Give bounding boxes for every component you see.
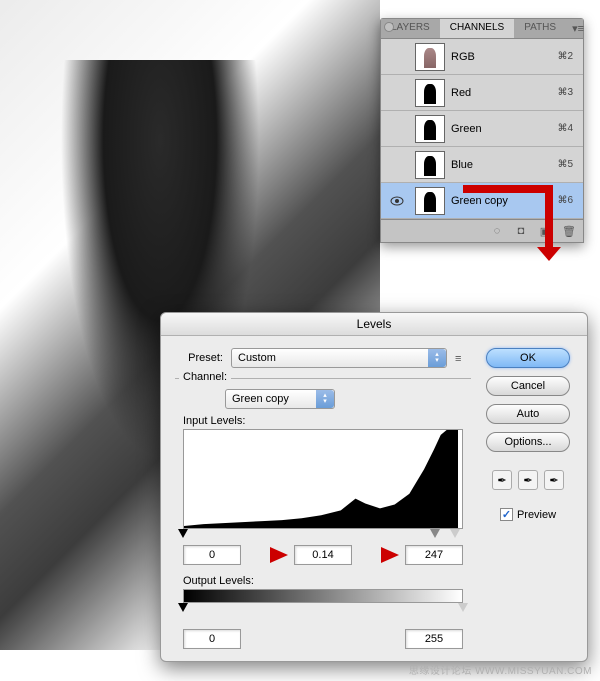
channel-shortcut: ⌘4: [557, 123, 579, 134]
panel-menu-icon[interactable]: ▾≡: [566, 19, 590, 38]
output-white-input[interactable]: [405, 629, 463, 649]
channel-name: Blue: [451, 159, 557, 171]
channel-row[interactable]: Green copy⌘6: [381, 183, 583, 219]
visibility-toggle[interactable]: [385, 196, 409, 206]
annotation-pointer: [381, 547, 399, 563]
channel-row[interactable]: Red⌘3: [381, 75, 583, 111]
watermark: 思缘设计论坛 WWW.MISSYUAN.COM: [409, 662, 592, 677]
histogram: [183, 429, 463, 529]
options-button[interactable]: Options...: [486, 432, 570, 452]
channel-row[interactable]: RGB⌘2: [381, 39, 583, 75]
output-white-handle[interactable]: [458, 603, 468, 612]
channel-thumbnail: [415, 115, 445, 143]
panel-footer: ◌ ◘ ▣ 🗑: [381, 219, 583, 242]
output-levels-label: Output Levels:: [183, 575, 471, 587]
preset-value: Custom: [238, 352, 276, 364]
channel-shortcut: ⌘2: [557, 51, 579, 62]
output-black-input[interactable]: [183, 629, 241, 649]
annotation-arrow-head: [537, 247, 561, 261]
channel-shortcut: ⌘5: [557, 159, 579, 170]
channel-row[interactable]: Blue⌘5: [381, 147, 583, 183]
white-point-input[interactable]: [405, 545, 463, 565]
channel-name: Green: [451, 123, 557, 135]
channel-shortcut: ⌘6: [557, 195, 579, 206]
channels-panel: LAYERS CHANNELS PATHS ▾≡ RGB⌘2Red⌘3Green…: [380, 18, 584, 243]
delete-channel-icon[interactable]: 🗑: [561, 224, 577, 238]
channel-name: Green copy: [451, 195, 557, 207]
preset-select[interactable]: Custom: [231, 348, 447, 368]
channel-label: Channel:: [179, 371, 231, 383]
black-point-handle[interactable]: [178, 529, 188, 538]
select-arrows-icon: [316, 390, 334, 408]
input-slider-track[interactable]: [183, 529, 463, 541]
channel-thumbnail: [415, 79, 445, 107]
annotation-pointer: [270, 547, 288, 563]
select-arrows-icon: [428, 349, 446, 367]
channel-thumbnail: [415, 151, 445, 179]
channel-value: Green copy: [232, 393, 289, 405]
levels-dialog: Levels Preset: Custom ≡ Channel: Green c…: [160, 312, 588, 662]
channel-thumbnail: [415, 187, 445, 215]
output-gradient: [183, 589, 463, 603]
channel-row[interactable]: Green⌘4: [381, 111, 583, 147]
gray-point-handle[interactable]: [430, 529, 440, 538]
input-levels-label: Input Levels:: [183, 415, 471, 427]
output-slider-track[interactable]: [183, 603, 463, 615]
tab-paths[interactable]: PATHS: [514, 19, 566, 38]
tab-channels[interactable]: CHANNELS: [440, 19, 514, 38]
dialog-title: Levels: [161, 313, 587, 336]
new-channel-icon[interactable]: ▣: [537, 224, 553, 238]
eyedropper-group: ✒ ✒ ✒: [492, 470, 564, 490]
panel-tab-bar: LAYERS CHANNELS PATHS ▾≡: [381, 19, 583, 39]
preview-label: Preview: [517, 509, 556, 521]
channel-name: RGB: [451, 51, 557, 63]
gray-point-input[interactable]: [294, 545, 352, 565]
gray-eyedropper-icon[interactable]: ✒: [518, 470, 538, 490]
channel-name: Red: [451, 87, 557, 99]
white-eyedropper-icon[interactable]: ✒: [544, 470, 564, 490]
channel-thumbnail: [415, 43, 445, 71]
black-eyedropper-icon[interactable]: ✒: [492, 470, 512, 490]
channel-shortcut: ⌘3: [557, 87, 579, 98]
white-point-handle[interactable]: [450, 529, 460, 538]
panel-close-button[interactable]: [384, 22, 394, 32]
eye-icon: [390, 196, 404, 206]
output-black-handle[interactable]: [178, 603, 188, 612]
save-selection-icon[interactable]: ◘: [513, 224, 529, 238]
cancel-button[interactable]: Cancel: [486, 376, 570, 396]
preset-label: Preset:: [175, 352, 223, 364]
auto-button[interactable]: Auto: [486, 404, 570, 424]
load-selection-icon[interactable]: ◌: [489, 224, 505, 238]
black-point-input[interactable]: [183, 545, 241, 565]
preset-menu-icon[interactable]: ≡: [455, 353, 471, 363]
channel-select[interactable]: Green copy: [225, 389, 335, 409]
preview-checkbox[interactable]: ✓: [500, 508, 513, 521]
ok-button[interactable]: OK: [486, 348, 570, 368]
